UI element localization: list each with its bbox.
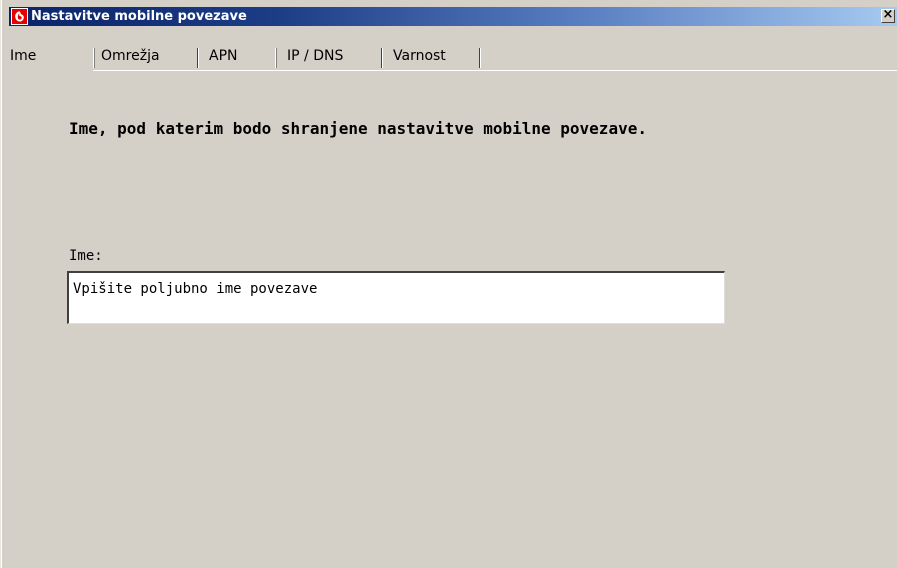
tab-label: Omrežja (101, 48, 160, 64)
tab-strip: Ime Omrežja APN IP / DNS Varnost (9, 45, 897, 72)
tab-ime[interactable]: Ime (9, 45, 93, 72)
tab-label: Ime (10, 48, 37, 64)
window-left-border (0, 0, 9, 568)
tab-separator (479, 48, 481, 68)
tab-ip-dns[interactable]: IP / DNS (275, 45, 383, 70)
tab-label: IP / DNS (287, 48, 344, 64)
settings-window: Nastavitve mobilne povezave × Ime Omrežj… (0, 0, 897, 568)
title-bar[interactable]: Nastavitve mobilne povezave × (9, 7, 897, 26)
vodafone-logo-icon (11, 8, 28, 25)
page-heading: Ime, pod katerim bodo shranjene nastavit… (69, 119, 647, 138)
tab-omrezja[interactable]: Omrežja (93, 45, 199, 70)
tab-varnost[interactable]: Varnost (383, 45, 481, 70)
tab-separator (93, 48, 95, 68)
close-icon: × (882, 7, 894, 22)
tab-panel-top-edge (9, 70, 897, 71)
name-field-label: Ime: (69, 248, 103, 264)
tab-separator (275, 48, 277, 68)
tab-apn[interactable]: APN (199, 45, 275, 70)
tab-label: Varnost (393, 48, 446, 64)
close-button[interactable]: × (881, 7, 895, 23)
connection-name-input[interactable]: Vpišite poljubno ime povezave (67, 271, 725, 324)
tab-label: APN (209, 48, 238, 64)
window-title: Nastavitve mobilne povezave (31, 9, 247, 24)
